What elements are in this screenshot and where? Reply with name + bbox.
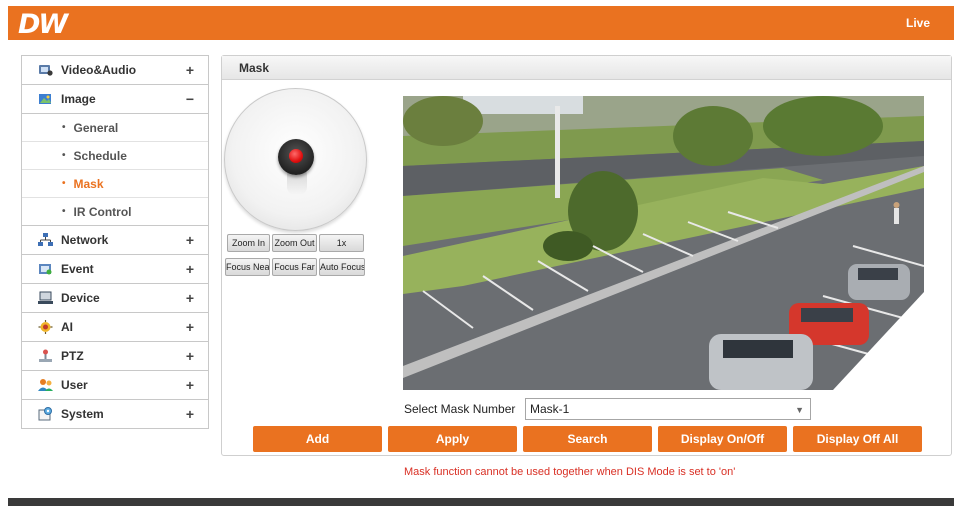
ptz-icon bbox=[38, 349, 53, 364]
network-icon bbox=[38, 233, 53, 248]
event-icon bbox=[38, 262, 53, 277]
sidebar-item-label: Network bbox=[61, 233, 109, 247]
expand-icon[interactable]: + bbox=[186, 348, 194, 364]
sidebar-item-label: AI bbox=[61, 320, 73, 334]
sidebar-item-device[interactable]: Device + bbox=[22, 284, 208, 313]
video-preview[interactable] bbox=[403, 96, 924, 390]
expand-icon[interactable]: + bbox=[186, 232, 194, 248]
apply-button[interactable]: Apply bbox=[388, 426, 517, 452]
image-icon bbox=[38, 92, 53, 107]
sidebar-subitem-ir-control[interactable]: • IR Control bbox=[22, 198, 208, 226]
sidebar-item-label: PTZ bbox=[61, 349, 84, 363]
select-mask-number-label: Select Mask Number bbox=[404, 402, 516, 416]
display-on-off-button[interactable]: Display On/Off bbox=[658, 426, 787, 452]
sidebar-item-label: Image bbox=[61, 92, 96, 106]
search-button[interactable]: Search bbox=[523, 426, 652, 452]
sidebar-menu: Video&Audio + Image − • General • Schedule… bbox=[21, 55, 209, 429]
sidebar-item-image[interactable]: Image − bbox=[22, 85, 208, 114]
focus-far-button[interactable]: Focus Far bbox=[272, 258, 317, 276]
sidebar-item-video-audio[interactable]: Video&Audio + bbox=[22, 56, 208, 85]
expand-icon[interactable]: + bbox=[186, 290, 194, 306]
panel-title: Mask bbox=[222, 56, 951, 80]
zoom-in-button[interactable]: Zoom In bbox=[227, 234, 270, 252]
sidebar-subitem-schedule[interactable]: • Schedule bbox=[22, 142, 208, 170]
expand-icon[interactable]: + bbox=[186, 62, 194, 78]
user-icon bbox=[38, 378, 53, 393]
expand-icon[interactable]: + bbox=[186, 406, 194, 422]
expand-icon[interactable]: + bbox=[186, 261, 194, 277]
mask-number-value: Mask-1 bbox=[530, 402, 570, 416]
sidebar-subitem-mask[interactable]: • Mask bbox=[22, 170, 208, 198]
expand-icon[interactable]: + bbox=[186, 377, 194, 393]
zoom-1x-button[interactable]: 1x bbox=[319, 234, 364, 252]
system-icon bbox=[38, 407, 53, 422]
sidebar-item-label: System bbox=[61, 407, 104, 421]
sidebar-item-ptz[interactable]: PTZ + bbox=[22, 342, 208, 371]
auto-focus-button[interactable]: Auto Focus bbox=[319, 258, 365, 276]
add-button[interactable]: Add bbox=[253, 426, 382, 452]
display-off-all-button[interactable]: Display Off All bbox=[793, 426, 922, 452]
mask-number-select[interactable]: Mask-1 ▼ bbox=[525, 398, 811, 420]
sidebar-item-label: Video&Audio bbox=[61, 63, 137, 77]
top-bar: DW Live bbox=[8, 6, 954, 40]
sidebar-item-event[interactable]: Event + bbox=[22, 255, 208, 284]
live-link[interactable]: Live bbox=[906, 16, 930, 30]
sidebar-item-ai[interactable]: AI + bbox=[22, 313, 208, 342]
footer-bar bbox=[8, 498, 954, 506]
sidebar-item-label: Device bbox=[61, 291, 100, 305]
joystick-center-icon bbox=[289, 149, 303, 163]
zoom-out-button[interactable]: Zoom Out bbox=[272, 234, 317, 252]
expand-icon[interactable]: + bbox=[186, 319, 194, 335]
video-audio-icon bbox=[38, 63, 53, 78]
device-icon bbox=[38, 291, 53, 306]
ptz-joystick-knob[interactable] bbox=[278, 139, 314, 175]
sidebar-item-network[interactable]: Network + bbox=[22, 226, 208, 255]
sidebar-item-label: Event bbox=[61, 262, 94, 276]
ai-icon bbox=[38, 320, 53, 335]
dropdown-arrow-icon: ▼ bbox=[795, 405, 804, 415]
sidebar-item-system[interactable]: System + bbox=[22, 400, 208, 429]
sidebar-item-label: User bbox=[61, 378, 88, 392]
camera-scene-image bbox=[403, 96, 924, 390]
sidebar-item-user[interactable]: User + bbox=[22, 371, 208, 400]
ptz-joystick[interactable] bbox=[224, 88, 367, 231]
collapse-icon[interactable]: − bbox=[186, 91, 194, 107]
brand-logo[interactable]: DW bbox=[18, 9, 68, 40]
dis-mode-warning: Mask function cannot be used together wh… bbox=[404, 466, 736, 478]
focus-near-button[interactable]: Focus Near bbox=[225, 258, 270, 276]
sidebar-subitem-general[interactable]: • General bbox=[22, 114, 208, 142]
